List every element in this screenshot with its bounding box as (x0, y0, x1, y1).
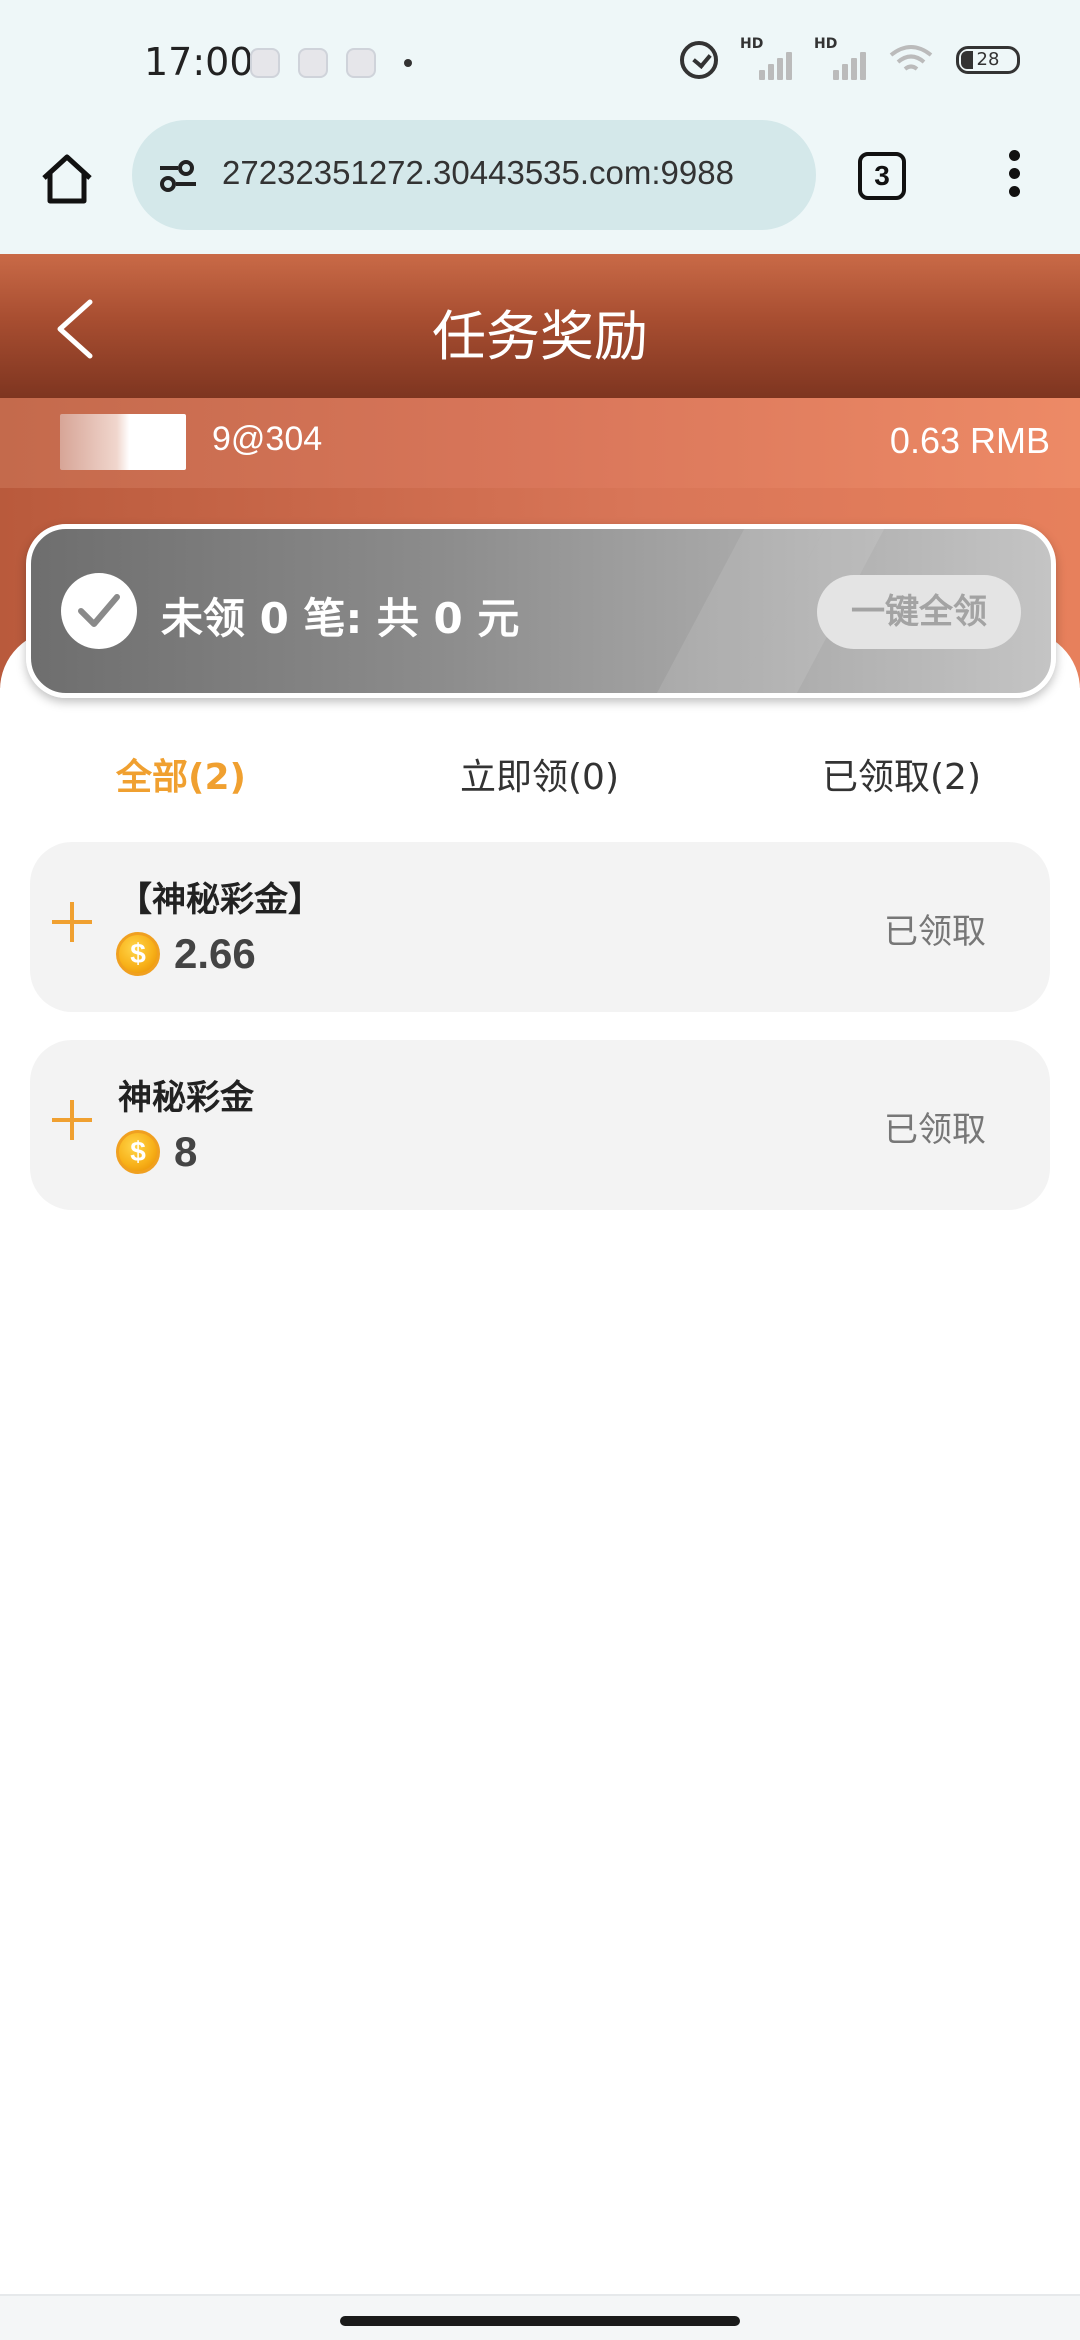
home-icon (42, 154, 92, 204)
app-notification-icon (346, 48, 376, 78)
check-circle-icon (61, 573, 137, 649)
alarm-icon (680, 41, 718, 79)
navigation-gesture-area (0, 2294, 1080, 2340)
reward-status: 已领取 (884, 1110, 986, 1150)
account-balance: 0.63 RMB (889, 420, 1050, 461)
reward-amount: 8 (174, 1128, 198, 1175)
hd-label: HD (740, 36, 764, 52)
notification-icons (250, 48, 412, 78)
tab-claimed[interactable]: 已领取(2) (822, 748, 981, 800)
address-bar[interactable]: 27232351272.30443535.com:9988 (132, 120, 816, 230)
avatar (60, 414, 186, 470)
reward-item[interactable]: 神秘彩金 $ 8 已领取 (30, 1040, 1050, 1210)
url-text[interactable]: 27232351272.30443535.com:9988 (222, 154, 734, 192)
status-time: 17:00 (144, 40, 254, 84)
signal-icon: HD (814, 36, 866, 80)
plus-icon (52, 1100, 92, 1140)
reward-item[interactable]: 【神秘彩金】 $ 2.66 已领取 (30, 842, 1050, 1012)
reward-amount: 2.66 (174, 930, 256, 977)
reward-status: 已领取 (884, 912, 986, 952)
site-settings-icon[interactable] (156, 154, 200, 198)
coin-icon: $ (116, 932, 160, 976)
wifi-icon (888, 43, 934, 77)
coin-icon: $ (116, 1130, 160, 1174)
unclaimed-summary: 未领 0 笔: 共 0 元 (161, 594, 520, 643)
status-bar: 17:00 HD HD 28 (0, 0, 1080, 120)
battery-icon: 28 (956, 46, 1020, 74)
tab-switcher-button[interactable]: 3 (858, 152, 906, 200)
app-notification-icon (250, 48, 280, 78)
claim-all-button[interactable]: 一键全领 (817, 575, 1021, 649)
reward-title: 神秘彩金 (118, 1078, 254, 1118)
reward-title: 【神秘彩金】 (118, 880, 322, 920)
system-icons: HD HD 28 (680, 36, 1020, 80)
plus-icon (52, 902, 92, 942)
account-id: 9@304 (212, 420, 323, 458)
claim-summary-card: 未领 0 笔: 共 0 元 一键全领 (26, 524, 1056, 698)
app-notification-icon (298, 48, 328, 78)
account-strip: 9@304 0.63 RMB (0, 398, 1080, 488)
app-header: 任务奖励 (0, 254, 1080, 398)
browser-toolbar: 27232351272.30443535.com:9988 3 (0, 120, 1080, 254)
home-button[interactable] (38, 150, 96, 208)
tab-all[interactable]: 全部(2) (116, 748, 246, 800)
hd-label: HD (814, 36, 838, 52)
more-notifications-dot (404, 59, 412, 67)
gesture-handle[interactable] (340, 2316, 740, 2326)
browser-menu-button[interactable] (1004, 150, 1024, 204)
signal-icon: HD (740, 36, 792, 80)
tab-claim-now[interactable]: 立即领(0) (460, 748, 619, 800)
page-title: 任务奖励 (432, 305, 648, 368)
